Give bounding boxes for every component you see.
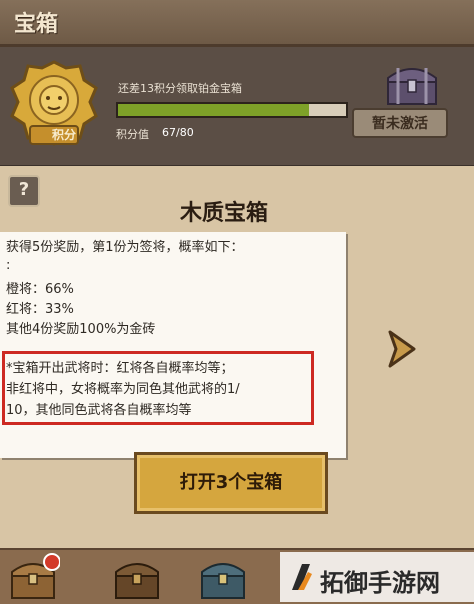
points-progress-bar [116, 102, 348, 118]
tooltip-line: 橙将：66% [6, 282, 74, 297]
tooltip-line: 其他4份奖励100%为金砖 [6, 322, 156, 337]
medal-label: 积分 [51, 128, 76, 142]
header-bar: 宝箱 [0, 0, 474, 47]
progress-hint: 还差13积分领取铂金宝箱 [118, 82, 242, 95]
wood-chest-tab-icon[interactable] [6, 552, 60, 600]
bronze-chest-tab-icon[interactable] [110, 552, 164, 600]
page-title: 宝箱 [14, 12, 59, 37]
tooltip-note-line: 10，其他同色武将各自概率均等 [6, 403, 192, 418]
tooltip-note-line: 非红将中，女将概率为同色其他武将的1/ [6, 382, 240, 397]
next-arrow-icon[interactable] [384, 328, 418, 370]
tooltip-line: : [6, 258, 11, 273]
tooltip-line: 获得5份奖励，第1份为签将，概率如下： [6, 240, 244, 254]
chest-title: 木质宝箱 [180, 201, 269, 226]
open-chests-button[interactable]: 打开3个宝箱 [134, 452, 328, 514]
points-progress-fill [118, 104, 309, 116]
points-label: 积分值 [116, 128, 149, 141]
points-value: 67/80 [162, 126, 194, 139]
watermark-text: 拓御手游网 [320, 569, 440, 597]
help-button[interactable]: ? [8, 175, 40, 207]
platinum-chest-icon [387, 68, 437, 105]
tooltip-note-line: *宝箱开出武将时：红将各自概率均等； [6, 361, 234, 376]
watermark-logo-icon [292, 564, 312, 590]
tooltip-line: 红将：33% [6, 302, 74, 317]
silver-chest-tab-icon[interactable] [196, 552, 250, 600]
inactive-status-button[interactable]: 暂未激活 [352, 108, 448, 138]
